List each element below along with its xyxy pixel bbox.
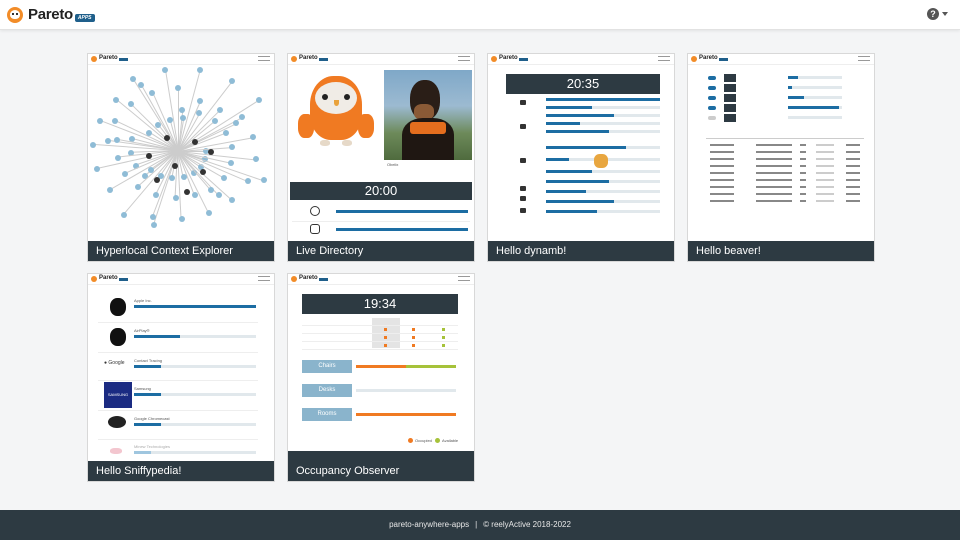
card-title: Occupancy Observer [288,461,474,481]
app-card-hello-dynamb[interactable]: Pareto 20:35 Hello dynamb! [487,53,675,262]
app-card-live-directory[interactable]: Pareto Obelix 20:00 Live Directory [287,53,475,262]
apple-logo-icon [110,298,126,316]
preview-header: Pareto [88,54,274,65]
card-title: Hyperlocal Context Explorer [88,241,274,261]
owl-image [292,70,380,160]
dog-image [384,70,472,160]
footer-separator: | [475,520,478,529]
caret-down-icon [942,12,948,16]
room-button-rooms[interactable]: Rooms [302,408,352,421]
apple-logo-icon [110,328,126,346]
room-button-chairs[interactable]: Chairs [302,360,352,373]
preview-footer [288,451,474,461]
clock: 20:35 [506,74,660,94]
graph-preview [88,65,274,241]
preview-header: Pareto [488,54,674,65]
app-card-hello-sniffypedia[interactable]: Pareto Apple Inc. AirPlay® ● Google Cont… [87,273,275,482]
card-preview: Pareto 20:35 [488,54,674,241]
card-title: Hello dynamb! [488,241,674,261]
help-menu-button[interactable]: ? [927,8,948,20]
app-card-occupancy-observer[interactable]: Pareto 19:34 Chairs Desks Rooms Occupied… [287,273,475,482]
help-icon: ? [927,8,939,20]
room-button-desks[interactable]: Desks [302,384,352,397]
legend-available: Available [435,438,458,443]
card-title: Hello Sniffypedia! [88,461,274,481]
preview-header: Pareto [88,274,274,285]
card-preview: Pareto [688,54,874,241]
globe-icon [310,206,320,216]
clock: 19:34 [302,294,458,314]
item-label: Google Chromecast [134,416,170,421]
item-label: Contact Tracing [134,358,163,363]
app-card-hyperlocal-context-explorer[interactable]: Pareto Hyperlocal Context Explorer [87,53,275,262]
clock: 20:00 [290,182,472,200]
footer-copyright-link[interactable]: © reelyActive 2018-2022 [483,520,571,529]
item-label: Samsung [134,386,151,391]
item-label: Minew Technologies [134,444,170,449]
progress-bar [336,210,468,213]
brand-name: Pareto [28,6,73,23]
top-bar: Pareto APPS ? [0,0,960,30]
card-preview: Pareto [88,54,274,241]
brand[interactable]: Pareto APPS [7,6,95,23]
item-label: AirPlay® [134,328,150,333]
card-preview: Pareto 19:34 Chairs Desks Rooms Occupied… [288,274,474,461]
preview-header: Pareto [288,274,474,285]
pareto-logo-icon [7,6,23,23]
legend-occupied: Occupied [408,438,432,443]
samsung-logo-icon: SAMSUNG [104,382,132,408]
preview-header: Pareto [288,54,474,65]
image-caption: Obelix [387,162,399,167]
app-card-hello-beaver[interactable]: Pareto Hello beaver! [687,53,875,262]
card-preview: Pareto Obelix 20:00 [288,54,474,241]
chromecast-icon [108,416,126,428]
minew-logo-icon [110,448,122,454]
footer: pareto-anywhere-apps | © reelyActive 2018-… [0,510,960,540]
brand-badge: APPS [74,13,95,22]
footer-app-link[interactable]: pareto-anywhere-apps [389,520,469,529]
preview-header: Pareto [688,54,874,65]
google-logo-icon: ● Google [104,360,125,366]
dog-face-icon [594,154,608,168]
progress-bar [336,228,468,231]
card-title: Live Directory [288,241,474,261]
card-title: Hello beaver! [688,241,874,261]
card-preview: Pareto Apple Inc. AirPlay® ● Google Cont… [88,274,274,461]
hand-icon [310,224,320,234]
item-label: Apple Inc. [134,298,152,303]
